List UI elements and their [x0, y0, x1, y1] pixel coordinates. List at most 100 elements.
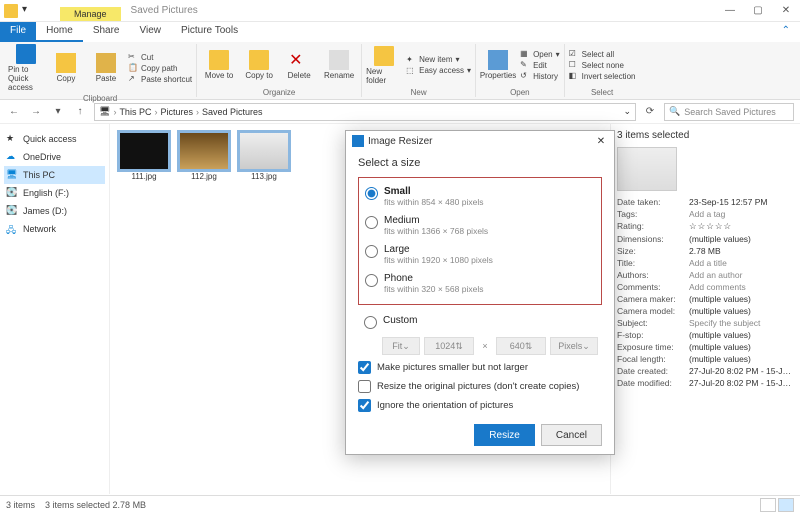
move-to-button[interactable]: Move to — [201, 50, 237, 80]
new-folder-button[interactable]: New folder — [366, 46, 402, 85]
resize-button[interactable]: Resize — [474, 424, 535, 446]
details-key: Dimensions: — [617, 234, 689, 244]
breadcrumb[interactable]: 🖥 › This PC › Pictures › Saved Pictures … — [94, 103, 636, 121]
details-row: Date created:27-Jul-20 8:02 PM - 15-J… — [617, 366, 794, 376]
times-label: × — [478, 337, 492, 355]
radio-small[interactable] — [365, 187, 378, 200]
qat-dropdown-icon[interactable]: ▾ — [22, 4, 36, 18]
paste-button[interactable]: Paste — [88, 53, 124, 83]
select-none-button[interactable]: ☐Select none — [569, 60, 636, 70]
nav-drive-d[interactable]: 💽James (D:) — [4, 202, 105, 220]
select-all-button[interactable]: ☑Select all — [569, 49, 636, 59]
details-row: Camera maker:(multiple values) — [617, 294, 794, 304]
contextual-tab-manage[interactable]: Manage — [60, 7, 121, 21]
tab-view[interactable]: View — [130, 22, 172, 42]
radio-phone[interactable] — [365, 274, 378, 287]
search-box[interactable]: 🔍 Search Saved Pictures — [664, 103, 794, 121]
check-resize-original[interactable]: Resize the original pictures (don't crea… — [358, 380, 602, 393]
file-thumb[interactable]: 113.jpg — [238, 132, 290, 181]
cut-button[interactable]: ✂Cut — [128, 52, 192, 62]
up-button[interactable]: ↑ — [72, 104, 88, 120]
select-none-icon: ☐ — [569, 60, 579, 70]
recent-locations-button[interactable]: ▾ — [50, 104, 66, 120]
details-value[interactable]: Add a title — [689, 258, 794, 268]
nav-quick-access[interactable]: ★Quick access — [4, 130, 105, 148]
check-ignore-orientation[interactable]: Ignore the orientation of pictures — [358, 399, 602, 412]
option-phone[interactable]: Phonefits within 320 × 568 pixels — [365, 269, 595, 298]
copy-to-button[interactable]: Copy to — [241, 50, 277, 80]
view-thumbnails-button[interactable] — [778, 498, 794, 512]
view-details-button[interactable] — [760, 498, 776, 512]
new-item-icon: ✦ — [406, 55, 416, 65]
breadcrumb-item[interactable]: Pictures — [160, 107, 193, 117]
breadcrumb-item[interactable]: Saved Pictures — [202, 107, 263, 117]
nav-this-pc[interactable]: 🖥This PC — [4, 166, 105, 184]
file-thumb[interactable]: 112.jpg — [178, 132, 230, 181]
details-value: 27-Jul-20 8:02 PM - 15-J… — [689, 366, 794, 376]
folder-icon — [4, 4, 18, 18]
new-item-button[interactable]: ✦New item ▾ — [406, 55, 471, 65]
details-row: Rating:☆☆☆☆☆ — [617, 221, 794, 232]
refresh-button[interactable]: ⟳ — [642, 104, 658, 120]
details-row: Dimensions:(multiple values) — [617, 234, 794, 244]
fit-mode-select[interactable]: Fit ⌄ — [382, 337, 420, 355]
radio-medium[interactable] — [365, 216, 378, 229]
properties-button[interactable]: Properties — [480, 50, 516, 80]
delete-button[interactable]: ✕Delete — [281, 50, 317, 80]
height-input[interactable]: 640 ⇅ — [496, 337, 546, 355]
paste-shortcut-button[interactable]: ↗Paste shortcut — [128, 74, 192, 84]
details-key: Exposure time: — [617, 342, 689, 352]
back-button[interactable]: ← — [6, 104, 22, 120]
search-icon: 🔍 — [669, 106, 680, 117]
close-button[interactable]: ✕ — [772, 0, 800, 22]
contextual-tab-group: Manage — [60, 0, 121, 21]
option-custom[interactable]: Custom — [358, 311, 602, 333]
copy-path-button[interactable]: 📋Copy path — [128, 63, 192, 73]
dialog-close-button[interactable]: ✕ — [594, 136, 608, 147]
open-button[interactable]: ▦Open ▾ — [520, 49, 560, 59]
check-smaller-only[interactable]: Make pictures smaller but not larger — [358, 361, 602, 374]
tab-file[interactable]: File — [0, 22, 36, 42]
details-value[interactable]: Add an author — [689, 270, 794, 280]
nav-onedrive[interactable]: ☁OneDrive — [4, 148, 105, 166]
tab-share[interactable]: Share — [83, 22, 130, 42]
details-key: Size: — [617, 246, 689, 256]
file-thumb[interactable]: 111.jpg — [118, 132, 170, 181]
maximize-button[interactable]: ▢ — [744, 0, 772, 22]
edit-button[interactable]: ✎Edit — [520, 60, 560, 70]
easy-access-button[interactable]: ⬚Easy access ▾ — [406, 66, 471, 76]
details-key: Date taken: — [617, 197, 689, 207]
details-value[interactable]: Add a tag — [689, 209, 794, 219]
cancel-button[interactable]: Cancel — [541, 424, 602, 446]
nav-drive-f[interactable]: 💽English (F:) — [4, 184, 105, 202]
history-button[interactable]: ↺History — [520, 71, 560, 81]
invert-selection-button[interactable]: ◧Invert selection — [569, 71, 636, 81]
unit-select[interactable]: Pixels ⌄ — [550, 337, 598, 355]
resizer-icon — [352, 135, 364, 147]
option-small[interactable]: Smallfits within 854 × 480 pixels — [365, 182, 595, 211]
minimize-button[interactable]: — — [716, 0, 744, 22]
breadcrumb-item[interactable]: This PC — [119, 107, 151, 117]
ribbon-collapse-icon[interactable]: ⌃ — [772, 22, 800, 42]
rename-button[interactable]: Rename — [321, 50, 357, 80]
radio-large[interactable] — [365, 245, 378, 258]
star-icon: ★ — [6, 133, 18, 145]
history-icon: ↺ — [520, 71, 530, 81]
tab-picture-tools[interactable]: Picture Tools — [171, 22, 248, 42]
tab-home[interactable]: Home — [36, 22, 83, 42]
window-title: Saved Pictures — [131, 5, 198, 16]
nav-network[interactable]: 🖧Network — [4, 220, 105, 238]
pin-quick-access-button[interactable]: Pin to Quick access — [8, 44, 44, 92]
option-large[interactable]: Largefits within 1920 × 1080 pixels — [365, 240, 595, 269]
width-input[interactable]: 1024 ⇅ — [424, 337, 474, 355]
details-value[interactable]: Specify the subject — [689, 318, 794, 328]
copy-path-icon: 📋 — [128, 63, 138, 73]
details-key: Tags: — [617, 209, 689, 219]
details-value[interactable]: Add comments — [689, 282, 794, 292]
copy-button[interactable]: Copy — [48, 53, 84, 83]
thumb-image — [179, 132, 229, 170]
option-medium[interactable]: Mediumfits within 1366 × 768 pixels — [365, 211, 595, 240]
radio-custom[interactable] — [364, 316, 377, 329]
status-selection: 3 items selected 2.78 MB — [45, 500, 146, 510]
forward-button[interactable]: → — [28, 104, 44, 120]
